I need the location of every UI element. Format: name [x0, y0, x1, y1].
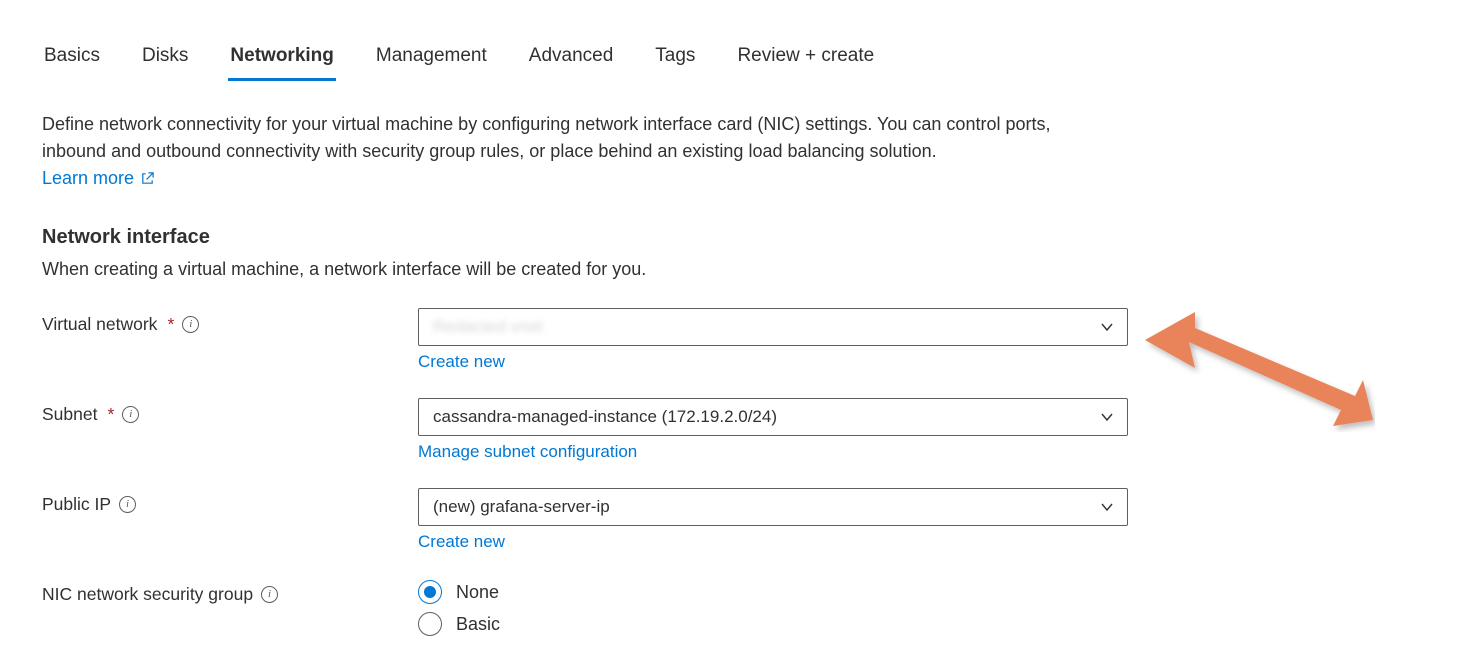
- learn-more-link[interactable]: Learn more: [42, 165, 155, 192]
- dropdown-virtual-network-value: Redacted vnet: [433, 317, 543, 337]
- row-virtual-network: Virtual network * i Redacted vnet Create…: [42, 308, 1438, 390]
- link-manage-subnet[interactable]: Manage subnet configuration: [418, 442, 637, 462]
- link-vnet-create-new[interactable]: Create new: [418, 352, 505, 372]
- radio-nsg-basic-label: Basic: [456, 614, 500, 635]
- label-subnet: Subnet: [42, 404, 97, 425]
- required-marker: *: [167, 314, 174, 335]
- tab-review-create[interactable]: Review + create: [735, 42, 876, 81]
- info-icon[interactable]: i: [119, 496, 136, 513]
- chevron-down-icon: [1097, 317, 1117, 337]
- description-text: Define network connectivity for your vir…: [42, 114, 1050, 161]
- row-subnet: Subnet * i cassandra-managed-instance (1…: [42, 398, 1438, 480]
- info-icon[interactable]: i: [182, 316, 199, 333]
- section-subtitle: When creating a virtual machine, a netwo…: [42, 259, 1438, 280]
- radio-nsg-none-label: None: [456, 582, 499, 603]
- radio-icon: [418, 612, 442, 636]
- radio-nsg-basic[interactable]: Basic: [418, 612, 1128, 636]
- dropdown-subnet-value: cassandra-managed-instance (172.19.2.0/2…: [433, 407, 777, 427]
- dropdown-subnet[interactable]: cassandra-managed-instance (172.19.2.0/2…: [418, 398, 1128, 436]
- tab-tags[interactable]: Tags: [653, 42, 697, 81]
- networking-description: Define network connectivity for your vir…: [42, 111, 1102, 192]
- radio-nsg-none[interactable]: None: [418, 580, 1128, 604]
- tab-basics[interactable]: Basics: [42, 42, 102, 81]
- row-public-ip: Public IP i (new) grafana-server-ip Crea…: [42, 488, 1438, 570]
- label-nsg: NIC network security group: [42, 584, 253, 605]
- label-virtual-network: Virtual network: [42, 314, 157, 335]
- chevron-down-icon: [1097, 497, 1117, 517]
- info-icon[interactable]: i: [122, 406, 139, 423]
- info-icon[interactable]: i: [261, 586, 278, 603]
- tab-networking[interactable]: Networking: [228, 42, 335, 81]
- dropdown-public-ip-value: (new) grafana-server-ip: [433, 497, 610, 517]
- label-public-ip: Public IP: [42, 494, 111, 515]
- row-nsg: NIC network security group i None Basic: [42, 578, 1438, 636]
- tab-advanced[interactable]: Advanced: [527, 42, 616, 81]
- section-title-network-interface: Network interface: [42, 226, 1438, 249]
- radio-group-nsg: None Basic: [418, 578, 1128, 636]
- dropdown-virtual-network[interactable]: Redacted vnet: [418, 308, 1128, 346]
- link-public-ip-create-new[interactable]: Create new: [418, 532, 505, 552]
- tab-management[interactable]: Management: [374, 42, 489, 81]
- tab-disks[interactable]: Disks: [140, 42, 190, 81]
- chevron-down-icon: [1097, 407, 1117, 427]
- tabs-bar: Basics Disks Networking Management Advan…: [42, 42, 1438, 81]
- external-link-icon: [140, 171, 155, 186]
- dropdown-public-ip[interactable]: (new) grafana-server-ip: [418, 488, 1128, 526]
- required-marker: *: [107, 404, 114, 425]
- learn-more-label: Learn more: [42, 165, 134, 192]
- radio-icon: [418, 580, 442, 604]
